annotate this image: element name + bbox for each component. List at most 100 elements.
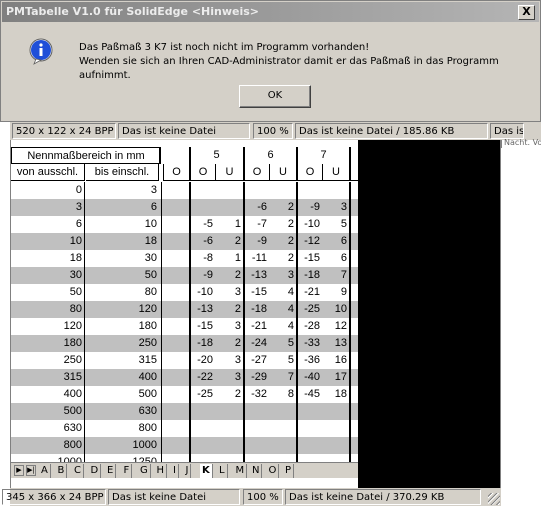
tolerance-cell: 3 — [287, 269, 294, 281]
table-row[interactable]: 30 50 -9 2 -13 3 -18 7 — [11, 267, 358, 284]
range-from-cell: 3 — [11, 199, 85, 216]
empty-cell — [349, 250, 358, 267]
table-row[interactable]: 400 500 -25 2 -32 8 -45 18 — [11, 386, 358, 403]
tolerance-cell: -27 — [243, 352, 269, 369]
table-row[interactable]: 18 30 -8 1 -11 2 -15 6 — [11, 250, 358, 267]
tolerance-cell: 4 — [287, 320, 294, 332]
last-sheet-icon[interactable]: ▶| — [26, 465, 36, 476]
range-from-cell: 0 — [11, 182, 85, 199]
sub-header: O — [189, 164, 215, 181]
tolerance-cell: -9 — [296, 199, 322, 216]
table-row[interactable]: 180 250 -18 2 -24 5 -33 13 — [11, 335, 358, 352]
tolerance-cell: -11 — [243, 250, 269, 267]
range-from-cell: 18 — [11, 250, 85, 267]
tolerance-cell: -10 — [296, 216, 322, 233]
grade-separator — [349, 147, 358, 164]
sub-header: U — [269, 164, 296, 181]
table-row[interactable]: 3 6 -6 2 -9 3 — [11, 199, 358, 216]
tolerance-cell — [189, 437, 215, 454]
close-button[interactable]: X — [518, 5, 535, 20]
empty-cell — [161, 420, 189, 437]
tolerance-cell: -15 — [243, 284, 269, 301]
empty-cell — [161, 216, 189, 233]
tab-i[interactable]: I — [171, 464, 179, 478]
range-from-cell: 315 — [11, 369, 85, 386]
tolerance-cell: -25 — [189, 386, 215, 403]
table-row[interactable]: 800 1000 — [11, 437, 358, 454]
tolerance-cell — [296, 182, 322, 199]
tolerance-cell: 9 — [340, 286, 347, 298]
tolerance-cell: -10 — [189, 284, 215, 301]
table-row[interactable]: 250 315 -20 3 -27 5 -36 16 — [11, 352, 358, 369]
table-row[interactable]: 03 — [11, 182, 358, 199]
header-range: Nennmaßbereich in mm — [11, 147, 161, 164]
tab-m[interactable]: M — [233, 464, 248, 478]
tolerance-cell — [269, 420, 296, 437]
tolerance-cell: 17 — [334, 371, 347, 383]
tab-d[interactable]: D — [88, 464, 102, 478]
tab-a[interactable]: A — [39, 464, 51, 478]
range-to-cell: 800 — [138, 422, 157, 434]
table-row[interactable]: 10 18 -6 2 -9 2 -12 6 — [11, 233, 358, 250]
table-row[interactable]: 315 400 -22 3 -29 7 -40 17 — [11, 369, 358, 386]
ok-button[interactable]: OK — [239, 85, 311, 108]
tab-j[interactable]: J — [183, 464, 192, 478]
table-row[interactable]: 630 800 — [11, 420, 358, 437]
tolerance-cell — [189, 199, 215, 216]
range-to-cell: 6 — [150, 201, 157, 213]
first-sheet-icon[interactable]: ▶ — [14, 465, 24, 476]
tab-g[interactable]: G — [138, 464, 151, 478]
dialog-titlebar[interactable]: PMTabelle V1.0 für SolidEdge <Hinweis> X — [2, 2, 539, 22]
tolerance-cell: 8 — [287, 388, 294, 400]
resize-grip[interactable] — [488, 493, 500, 505]
tolerance-cell: 3 — [234, 354, 241, 366]
empty-cell — [161, 369, 189, 386]
range-from-cell: 400 — [11, 386, 85, 403]
tolerance-cell: 2 — [287, 218, 294, 230]
grade-header: 6 — [243, 147, 296, 164]
tolerance-cell: -18 — [189, 335, 215, 352]
tolerance-cell: 2 — [234, 235, 241, 247]
grade-header: 7 — [296, 147, 349, 164]
tolerance-cell: -7 — [243, 216, 269, 233]
tolerance-cell: 4 — [287, 303, 294, 315]
tolerance-cell — [322, 420, 349, 437]
range-from-cell: 500 — [11, 403, 85, 420]
tolerance-cell: -12 — [296, 233, 322, 250]
tolerance-cell: 18 — [334, 388, 347, 400]
status-bar-top: 520 x 122 x 24 BPP Das ist keine Datei 1… — [10, 122, 541, 140]
header-row: Nennmaßbereich in mm 5 6 7 — [11, 147, 358, 164]
tab-h[interactable]: H — [154, 464, 168, 478]
range-to-cell: 630 — [138, 405, 157, 417]
table-row[interactable]: 120 180 -15 3 -21 4 -28 12 — [11, 318, 358, 335]
empty-cell — [349, 284, 358, 301]
tab-p[interactable]: P — [283, 464, 295, 478]
tab-k[interactable]: K — [200, 464, 213, 478]
table-row[interactable]: 50 80 -10 3 -15 4 -21 9 — [11, 284, 358, 301]
tab-o[interactable]: O — [266, 464, 280, 478]
subheader-row: von ausschl. bis einschl. O O U O U O U — [11, 164, 358, 181]
tab-f[interactable]: F — [121, 464, 133, 478]
tolerance-cell: -32 — [243, 386, 269, 403]
tolerance-cell: 4 — [287, 286, 294, 298]
tolerance-cell: 3 — [234, 286, 241, 298]
tab-e[interactable]: E — [105, 464, 117, 478]
tolerance-cell: -5 — [189, 216, 215, 233]
table-row[interactable]: 80 120 -13 2 -18 4 -25 10 — [11, 301, 358, 318]
tolerance-cell: -13 — [243, 267, 269, 284]
table-row[interactable]: 6 10 -5 1 -7 2 -10 5 — [11, 216, 358, 233]
tolerance-cell — [243, 403, 269, 420]
table-row[interactable]: 500 630 — [11, 403, 358, 420]
tab-n[interactable]: N — [250, 464, 263, 478]
message-line-1: Das Paßmaß 3 K7 ist noch nicht im Progra… — [79, 42, 370, 53]
tolerance-cell — [322, 182, 349, 199]
tab-c[interactable]: C — [72, 464, 84, 478]
empty-cell — [349, 420, 358, 437]
status-file: Das ist keine Datei — [118, 123, 250, 139]
tolerance-cell: -15 — [189, 318, 215, 335]
empty-cell — [161, 301, 189, 318]
header-to: bis einschl. — [86, 164, 159, 181]
tab-b[interactable]: B — [55, 464, 68, 478]
tab-l[interactable]: L — [217, 464, 228, 478]
empty-cell — [161, 284, 189, 301]
